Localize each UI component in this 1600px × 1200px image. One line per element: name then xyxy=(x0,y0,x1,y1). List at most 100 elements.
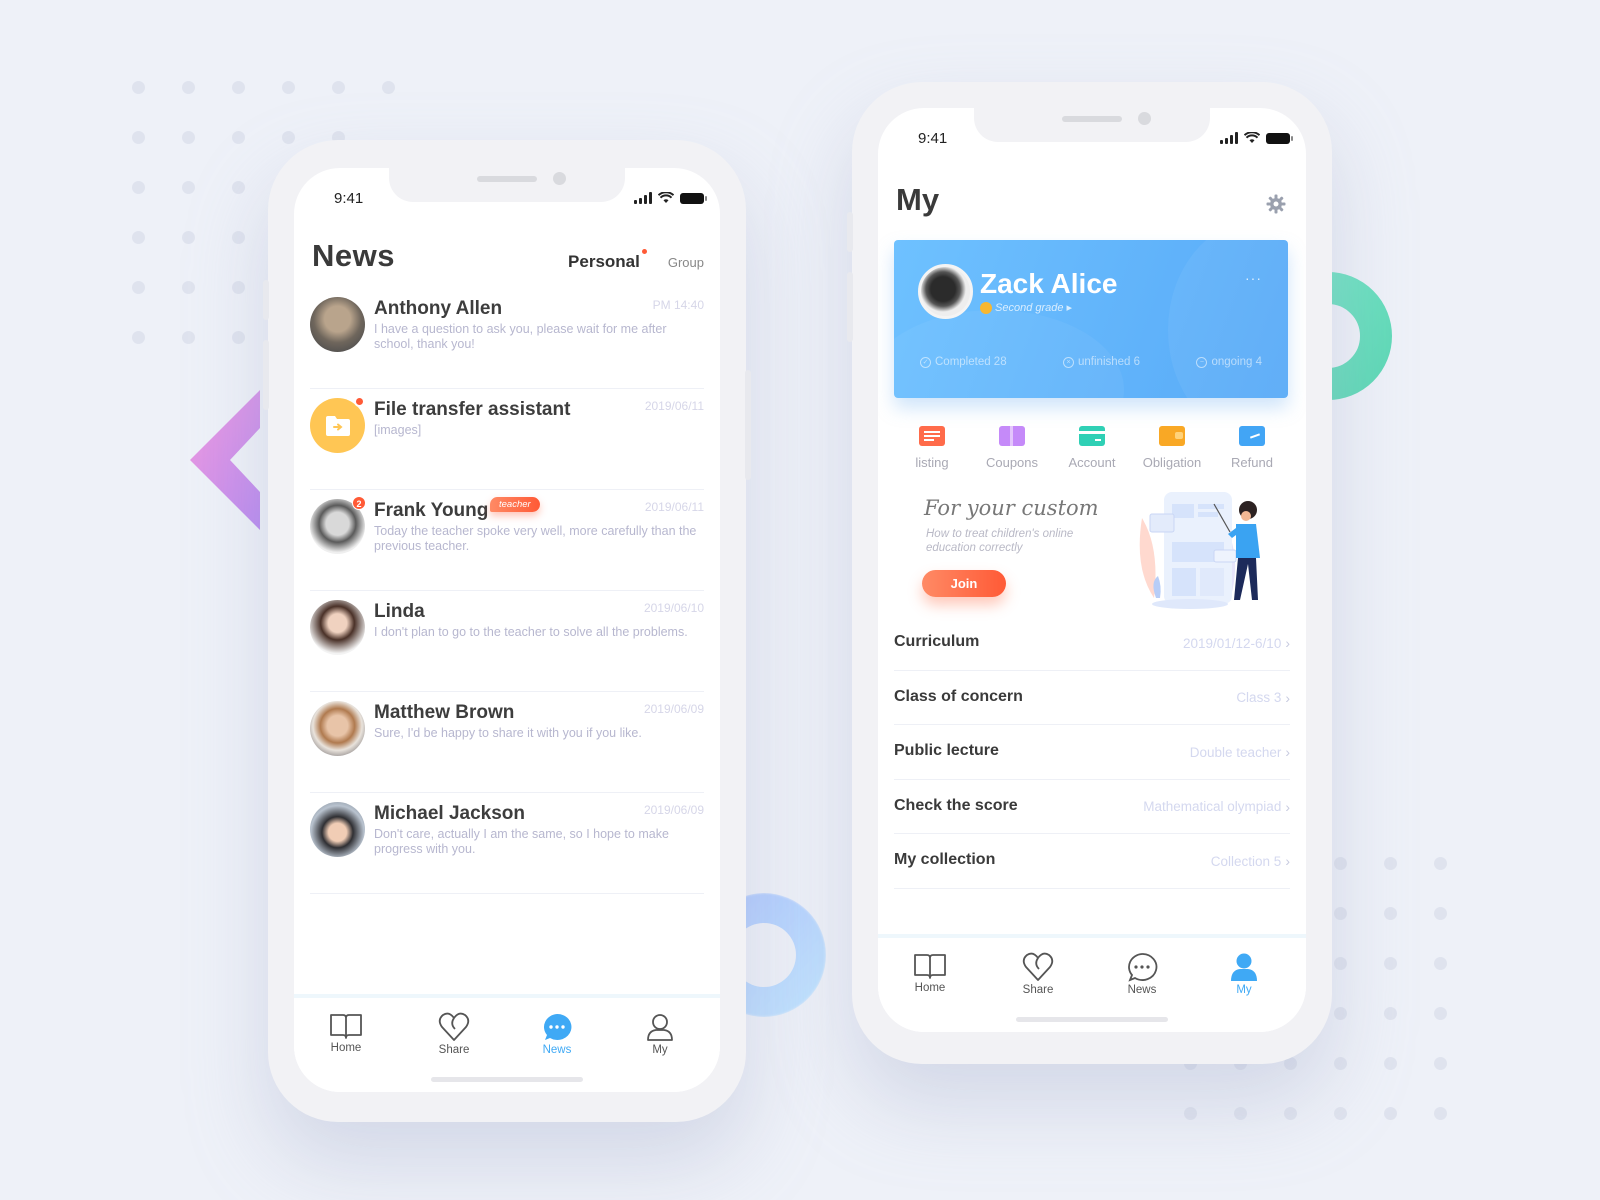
x-circle-icon: × xyxy=(1063,356,1075,368)
quick-actions: listing Coupons Account Obligation Refun… xyxy=(894,426,1290,470)
menu-item-check-the-score[interactable]: Check the score Mathematical olympiad › xyxy=(894,780,1290,834)
chevron-right-icon: › xyxy=(1285,853,1290,869)
quick-action-label: listing xyxy=(915,455,949,470)
tabbar-home[interactable]: Home xyxy=(316,1012,376,1054)
signal-icon xyxy=(1220,132,1238,144)
background-dot xyxy=(332,81,345,94)
quick-action-refund[interactable]: Refund xyxy=(1214,426,1290,470)
signal-icon xyxy=(634,192,652,204)
background-dot xyxy=(232,81,245,94)
gear-icon[interactable] xyxy=(1266,194,1286,214)
tabbar-my[interactable]: My xyxy=(630,1012,690,1056)
quick-action-label: Coupons xyxy=(985,455,1039,470)
background-dot xyxy=(1384,857,1397,870)
more-icon[interactable]: ··· xyxy=(1245,270,1262,286)
avatar[interactable] xyxy=(918,264,973,319)
background-dot xyxy=(1434,957,1447,970)
background-dot xyxy=(132,181,145,194)
tabbar-news[interactable]: News xyxy=(1112,952,1172,996)
background-dot xyxy=(382,81,395,94)
background-dot xyxy=(1384,957,1397,970)
status-bar: 9:41 xyxy=(878,130,1306,150)
tab-group[interactable]: Group xyxy=(668,255,704,270)
background-dot xyxy=(132,281,145,294)
home-indicator[interactable] xyxy=(431,1077,583,1082)
promo-banner: For your custom How to treat children's … xyxy=(894,488,1290,618)
teacher-illustration xyxy=(1139,492,1260,609)
quick-action-label: Refund xyxy=(1231,455,1273,470)
contact-name: File transfer assistant xyxy=(374,399,571,420)
home-indicator[interactable] xyxy=(1016,1017,1168,1022)
tabbar-share[interactable]: Share xyxy=(424,1012,484,1056)
background-dot xyxy=(182,231,195,244)
tab-bar: Home Share News My xyxy=(878,934,1306,1032)
menu-item-value: Collection 5 xyxy=(1210,853,1282,869)
background-dot xyxy=(1434,907,1447,920)
status-time: 9:41 xyxy=(918,130,948,147)
tabbar-news[interactable]: News xyxy=(527,1012,587,1056)
message-time: 2019/06/10 xyxy=(643,601,704,615)
chat-bubble-icon xyxy=(544,1013,572,1040)
status-bar: 9:41 xyxy=(294,190,720,210)
background-dot xyxy=(182,81,195,94)
background-dot xyxy=(282,81,295,94)
profile-name: Zack Alice xyxy=(980,268,1118,299)
quick-action-listing[interactable]: listing xyxy=(894,426,970,470)
heart-icon xyxy=(438,1012,470,1041)
check-circle-icon: ✓ xyxy=(920,356,931,368)
menu-item-class-of-concern[interactable]: Class of concern Class 3 › xyxy=(894,671,1290,725)
menu-item-value: Double teacher xyxy=(1189,744,1282,760)
stat-label: unfinished 6 xyxy=(1078,356,1141,368)
menu-item-curriculum[interactable]: Curriculum 2019/01/12-6/10 › xyxy=(894,616,1290,671)
join-button[interactable]: Join xyxy=(922,570,1006,597)
list-item[interactable]: 2 Frank Young teacher 2019/06/11 Today t… xyxy=(310,490,704,591)
chevron-right-icon: › xyxy=(1285,635,1290,651)
tab-label: My xyxy=(1236,984,1252,996)
list-item[interactable]: Matthew Brown 2019/06/09 Sure, I'd be ha… xyxy=(310,692,704,793)
quick-action-label: Obligation xyxy=(1142,455,1202,470)
quick-action-coupons[interactable]: Coupons xyxy=(974,426,1050,470)
message-time: 2019/06/09 xyxy=(643,803,704,817)
quick-action-label: Account xyxy=(1068,455,1116,470)
background-dot xyxy=(232,181,245,194)
background-dot xyxy=(1434,857,1447,870)
profile-card[interactable]: Zack Alice Second grade ▸ ··· ✓ Completed… xyxy=(894,240,1288,398)
tab-label: My xyxy=(652,1044,668,1056)
avatar xyxy=(310,701,365,756)
background-dot xyxy=(182,331,195,344)
list-item[interactable]: Michael Jackson 2019/06/09 Don't care, a… xyxy=(310,793,704,894)
quick-action-obligation[interactable]: Obligation xyxy=(1134,426,1210,470)
stat-unfinished[interactable]: × unfinished 6 xyxy=(1063,356,1140,368)
list-item[interactable]: File transfer assistant 2019/06/11 [imag… xyxy=(310,389,704,490)
background-dot xyxy=(1334,1007,1347,1020)
tabbar-share[interactable]: Share xyxy=(1008,952,1068,996)
unread-count-badge: 2 xyxy=(352,496,366,510)
background-dot xyxy=(1184,1107,1197,1120)
stat-ongoing[interactable]: − ongoing 4 xyxy=(1196,356,1262,368)
tabbar-home[interactable]: Home xyxy=(900,952,960,994)
caret-right-icon: ▸ xyxy=(1066,302,1073,314)
background-dot xyxy=(1434,1057,1447,1070)
menu-item-label: Public lecture xyxy=(894,742,999,759)
tabbar-my[interactable]: My xyxy=(1214,952,1274,996)
profile-grade[interactable]: Second grade ▸ xyxy=(980,301,1072,314)
menu-item-value: Class 3 xyxy=(1236,690,1282,705)
menu-item-public-lecture[interactable]: Public lecture Double teacher › xyxy=(894,725,1290,780)
stat-completed[interactable]: ✓ Completed 28 xyxy=(920,356,1007,368)
tab-personal[interactable]: Personal xyxy=(568,249,647,272)
background-dot xyxy=(132,131,145,144)
folder-arrow-icon xyxy=(325,415,350,436)
unread-dot xyxy=(641,249,647,254)
message-time: 2019/06/09 xyxy=(643,702,704,716)
phone-my: 9:41 My Zack Alice Second grade ▸ ··· ✓ … xyxy=(847,82,1332,1064)
quick-action-account[interactable]: Account xyxy=(1054,426,1130,470)
stat-label: ongoing 4 xyxy=(1211,356,1262,368)
book-icon xyxy=(914,954,946,979)
battery-icon xyxy=(680,192,707,204)
chevron-right-icon: › xyxy=(1285,744,1290,760)
list-item[interactable]: Linda 2019/06/10 I don't plan to go to t… xyxy=(310,591,704,692)
message-preview: Today the teacher spoke very well, more … xyxy=(374,524,697,553)
menu-item-my-collection[interactable]: My collection Collection 5 › xyxy=(894,834,1290,889)
teacher-tag: teacher xyxy=(490,497,540,512)
list-item[interactable]: Anthony Allen PM 14:40 I have a question… xyxy=(310,288,704,389)
